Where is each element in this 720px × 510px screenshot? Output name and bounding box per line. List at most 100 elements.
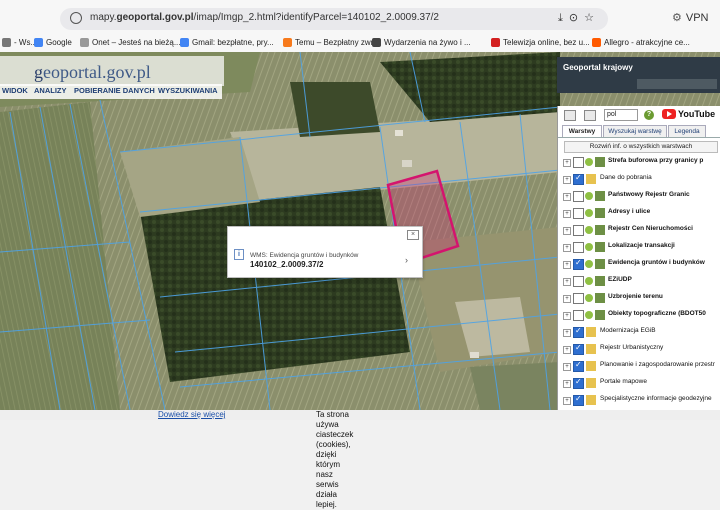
install-icon[interactable]: ⤓ [558, 12, 569, 24]
layer-checkbox[interactable] [573, 293, 584, 304]
expand-icon[interactable]: + [563, 159, 571, 167]
layer-row[interactable]: + Portale mapowe [558, 376, 720, 391]
bookmark-item[interactable]: Gmail: bezpłatne, pry... [180, 38, 274, 47]
layer-checkbox[interactable] [573, 242, 584, 253]
expand-icon[interactable]: + [563, 295, 571, 303]
folder-icon [586, 327, 596, 337]
tab-warstwy[interactable]: Warstwy [562, 125, 602, 137]
share-icon[interactable]: ⊙ [569, 12, 584, 24]
layer-icon [595, 157, 605, 167]
layer-status-icon [585, 294, 593, 302]
cookie-banner: Ta strona używa ciasteczek (cookies), dz… [0, 410, 720, 509]
expand-icon[interactable]: + [563, 227, 571, 235]
folder-icon [586, 174, 596, 184]
layer-row[interactable]: + Ewidencja gruntów i budynków [558, 257, 720, 272]
url-text[interactable]: mapy.geoportal.gov.pl/imap/Imgp_2.html?i… [90, 12, 439, 23]
tv-icon [491, 38, 500, 47]
layer-checkbox[interactable] [573, 276, 584, 287]
panel-title: Geoportal krajowy [563, 63, 633, 72]
address-bar-actions: ⤓⊙☆ [558, 11, 600, 25]
expand-icon[interactable]: + [563, 380, 571, 388]
layer-label: Adresy i ulice [608, 208, 651, 215]
layer-row[interactable]: + Lokalizacje transakcji [558, 240, 720, 255]
layer-checkbox[interactable] [573, 258, 584, 270]
layer-checkbox[interactable] [573, 157, 584, 168]
layer-checkbox[interactable] [573, 326, 584, 338]
expand-icon[interactable]: + [563, 329, 571, 337]
bookmark-item[interactable]: - Ws... [2, 38, 37, 47]
cookie-learn-more-link[interactable]: Dowiedz się więcej [158, 410, 226, 419]
tab-wyszukaj-warstwe[interactable]: Wyszukaj warstwę [603, 125, 667, 137]
geoportal-logo[interactable]: geoportal.gov.pl [34, 62, 151, 83]
layer-checkbox[interactable] [573, 191, 584, 202]
expand-icon[interactable]: + [563, 244, 571, 252]
layer-row[interactable]: + Dane do pobrania [558, 172, 720, 187]
expand-icon[interactable]: + [563, 261, 571, 269]
expand-icon[interactable]: + [563, 397, 571, 405]
menu-item-wyszukiwania[interactable]: WYSZUKIWANIA [158, 86, 218, 95]
layer-row[interactable]: + Specjalistyczne informacje geodezyjne [558, 393, 720, 408]
temu-icon [283, 38, 292, 47]
bookmark-label: Telewizja online, bez u... [503, 38, 590, 47]
layer-row[interactable]: + Modernizacja EGiB [558, 325, 720, 340]
youtube-link[interactable]: YouTube [662, 109, 715, 119]
layer-row[interactable]: + EZiUDP [558, 274, 720, 289]
layer-label: Portale mapowe [600, 378, 647, 385]
menu-item-pobieranie-danych[interactable]: POBIERANIE DANYCH [74, 86, 155, 95]
close-icon[interactable]: × [407, 230, 419, 240]
layer-checkbox[interactable] [573, 360, 584, 372]
extension-icon[interactable]: ⚙ [672, 12, 682, 24]
layer-checkbox[interactable] [573, 310, 584, 321]
menu-item-widok[interactable]: WIDOK [2, 86, 28, 95]
layer-row[interactable]: + Rejestr Urbanistyczny [558, 342, 720, 357]
layer-checkbox[interactable] [573, 377, 584, 389]
layer-icon [595, 310, 605, 320]
layer-row[interactable]: + Strefa buforowa przy granicy p [558, 155, 720, 170]
print-icon[interactable] [564, 110, 576, 121]
bookmark-item[interactable]: Telewizja online, bez u... [491, 38, 590, 47]
expand-icon[interactable]: + [563, 278, 571, 286]
site-info-icon[interactable] [70, 12, 82, 24]
expand-icon[interactable]: + [563, 176, 571, 184]
layer-row[interactable]: + Uzbrojenie terenu [558, 291, 720, 306]
bookmark-item[interactable]: Temu – Bezpłatny zwr... [283, 38, 379, 47]
expand-icon[interactable]: + [563, 346, 571, 354]
layer-icon [595, 225, 605, 235]
bookmark-item[interactable]: Google [34, 38, 72, 47]
layer-icon [595, 208, 605, 218]
layer-row[interactable]: + Adresy i ulice [558, 206, 720, 221]
parcel-id[interactable]: 140102_2.0009.37/2 [250, 260, 323, 269]
bookmark-item[interactable]: Wydarzenia na żywo i ... [372, 38, 471, 47]
layer-row[interactable]: + Rejestr Cen Nieruchomości [558, 223, 720, 238]
expand-all-button[interactable]: Rozwiń inf. o wszystkich warstwach [564, 141, 718, 153]
bookmark-item[interactable]: Onet – Jesteś na bieżą... [80, 38, 181, 47]
bookmark-item[interactable]: Allegro - atrakcyjne ce... [592, 38, 690, 47]
layer-row[interactable]: + Planowanie i zagospodarowanie przestr [558, 359, 720, 374]
layer-checkbox[interactable] [573, 394, 584, 406]
map-view[interactable]: geoportal.gov.pl WIDOK ANALIZY POBIERANI… [0, 52, 720, 410]
expand-icon[interactable]: + [563, 363, 571, 371]
folder-icon [586, 361, 596, 371]
menu-item-analizy[interactable]: ANALIZY [34, 86, 67, 95]
layer-label: Modernizacja EGiB [600, 327, 656, 334]
expand-icon[interactable]: + [563, 193, 571, 201]
help-icon[interactable]: ? [644, 110, 654, 120]
expand-icon[interactable]: + [563, 312, 571, 320]
map-icon[interactable] [584, 110, 596, 121]
layer-row[interactable]: + Obiekty topograficzne (BDOT50 [558, 308, 720, 323]
layer-row[interactable]: + Państwowy Rejestr Granic [558, 189, 720, 204]
geoportal-header: geoportal.gov.pl [0, 56, 224, 86]
vpn-button[interactable]: ⚙ VPN [672, 11, 709, 24]
expand-icon[interactable]: + [563, 210, 571, 218]
tab-legenda[interactable]: Legenda [668, 125, 706, 137]
layer-label: Lokalizacje transakcji [608, 242, 675, 249]
address-bar[interactable]: mapy.geoportal.gov.pl/imap/Imgp_2.html?i… [60, 8, 608, 30]
layer-checkbox[interactable] [573, 208, 584, 219]
bookmark-star-icon[interactable]: ☆ [584, 12, 600, 24]
language-select[interactable]: pol [604, 109, 638, 121]
layer-checkbox[interactable] [573, 343, 584, 355]
chevron-right-icon[interactable]: › [405, 255, 408, 265]
layer-status-icon [585, 209, 593, 217]
layer-checkbox[interactable] [573, 173, 584, 185]
layer-checkbox[interactable] [573, 225, 584, 236]
